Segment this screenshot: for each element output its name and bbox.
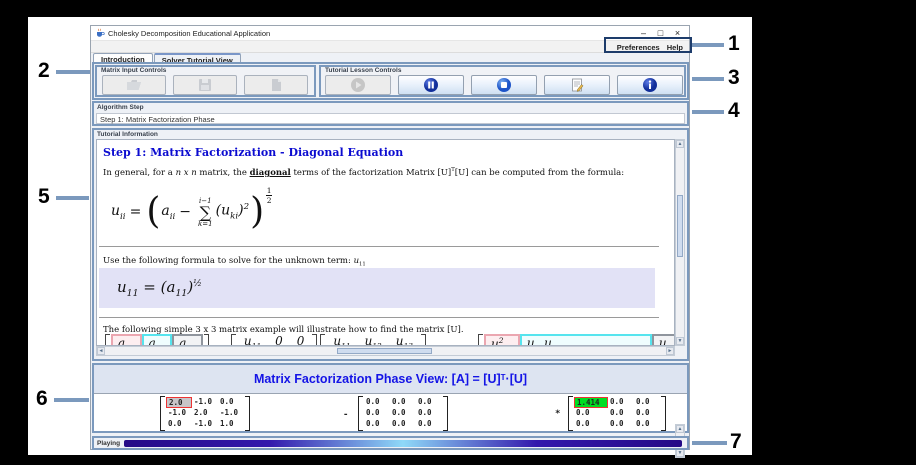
highlighted-formula-box: u11 = (a11)½	[99, 268, 655, 308]
status-label: Playing	[97, 439, 121, 447]
scrollbar-thumb[interactable]	[677, 195, 683, 257]
callout-line	[692, 43, 724, 47]
floppy-save-icon	[199, 79, 211, 91]
multiply-operator: *	[555, 409, 561, 419]
window-title: Cholesky Decomposition Educational Appli…	[108, 28, 271, 38]
algorithm-step-panel: Algorithm Step Step 1: Matrix Factorizat…	[92, 101, 689, 126]
divider	[99, 246, 659, 247]
play-circle-icon	[351, 78, 365, 92]
matrix-ut-example: u11 0 0	[230, 334, 318, 345]
callout-line	[692, 110, 724, 114]
algorithm-step-value: Step 1: Matrix Factorization Phase	[96, 113, 685, 124]
callout-number-3: 3	[728, 66, 740, 89]
menu-bar: Preferences Help	[91, 41, 689, 53]
tutorial-heading: Step 1: Matrix Factorization - Diagonal …	[103, 146, 404, 159]
matrix-view-header: Matrix Factorization Phase View: [A] = […	[94, 365, 687, 393]
callout-number-6: 6	[36, 387, 48, 410]
info-circle-icon	[643, 78, 657, 92]
summation: i−1 ∑ k=1	[198, 196, 213, 228]
callout-box-menu	[604, 37, 692, 53]
matrix-u: 1.414 0.0 0.0 0.0 0.0 0.0 0.0 0.0 0.0	[568, 396, 666, 431]
matrix-u-example: u11 u12 u13	[320, 334, 426, 345]
tutorial-content: Step 1: Matrix Factorization - Diagonal …	[96, 139, 675, 346]
callout-number-2: 2	[38, 59, 50, 82]
document-icon	[272, 79, 281, 91]
callout-number-1: 1	[728, 32, 740, 55]
matrix-product-example: u211u11u12u11u13	[477, 334, 674, 345]
scroll-left-button[interactable]: ◄	[97, 347, 105, 355]
title-bar: Cholesky Decomposition Educational Appli…	[91, 26, 689, 41]
group-title: Matrix Input Controls	[101, 67, 167, 74]
scrollbar-thumb[interactable]	[337, 348, 432, 354]
group-title: Tutorial Lesson Controls	[325, 67, 402, 74]
scroll-down-button[interactable]: ▼	[676, 449, 684, 457]
divider	[99, 317, 659, 318]
matrix-view-canvas: 2.0 -1.0 0.0 -1.0 2.0 -1.0 0.0 -1.0 1.0 - 0.0 0.0…	[94, 393, 687, 458]
matrix-residual: 0.0 0.0 0.0 0.0 0.0 0.0 0.0 0.0 0.0	[358, 396, 448, 431]
matrix-a-example: a11a12a13	[105, 334, 209, 345]
tutorial-information-panel: Tutorial Information Step 1: Matrix Fact…	[92, 128, 689, 361]
diagonal-formula: uii = ( aii − i−1 ∑ k=1 (uki)2 ) 1 2	[111, 185, 273, 232]
scroll-up-button[interactable]: ▲	[676, 140, 684, 148]
notepad-pencil-icon	[572, 78, 584, 92]
tutorial-lesson-controls-group: Tutorial Lesson Controls	[319, 65, 686, 97]
stop-circle-icon	[497, 78, 511, 92]
callout-number-4: 4	[728, 99, 740, 122]
lesson-notes-button[interactable]	[544, 75, 610, 95]
pause-circle-icon	[424, 78, 438, 92]
scroll-down-button[interactable]: ▼	[676, 337, 684, 345]
tutorial-intro-text: In general, for a n x n matrix, the diag…	[103, 167, 625, 178]
pause-lesson-button[interactable]	[398, 75, 464, 95]
matrix-factorization-view-panel: Matrix Factorization Phase View: [A] = […	[92, 363, 689, 458]
callout-number-5: 5	[38, 185, 50, 208]
status-bar: Playing	[92, 436, 689, 450]
example-matrices-row: a11a12a13 u1100 u11u12u13 u211u11u12u11u…	[105, 334, 674, 345]
play-lesson-button[interactable]	[325, 75, 391, 95]
exponent-fraction: 1 2	[266, 185, 273, 205]
scroll-up-button[interactable]: ▲	[676, 425, 684, 433]
toolbar-row: Matrix Input Controls Tutorial Lesson Co…	[92, 62, 689, 100]
matrix-input-controls-group: Matrix Input Controls	[95, 65, 316, 97]
algorithm-step-title: Algorithm Step	[97, 104, 144, 111]
callout-line	[56, 196, 89, 200]
solve-instruction-text: Use the following formula to solve for t…	[103, 256, 366, 268]
tutorial-vertical-scrollbar[interactable]: ▲ ▼	[675, 139, 685, 346]
u11-formula: u11 = (a11)½	[117, 277, 202, 299]
playback-progress-bar	[124, 439, 683, 447]
minus-operator: -	[343, 410, 349, 420]
tutorial-information-title: Tutorial Information	[97, 131, 158, 138]
scroll-right-button[interactable]: ►	[666, 347, 674, 355]
save-matrix-button[interactable]	[173, 75, 237, 95]
open-matrix-button[interactable]	[102, 75, 166, 95]
tutorial-horizontal-scrollbar[interactable]: ◄ ►	[96, 346, 675, 356]
folder-open-icon	[127, 80, 141, 90]
callout-line	[692, 441, 727, 445]
reset-matrix-button[interactable]	[244, 75, 308, 95]
callout-line	[692, 77, 724, 81]
java-cup-icon	[97, 28, 105, 37]
stop-lesson-button[interactable]	[471, 75, 537, 95]
callout-number-7: 7	[730, 430, 742, 453]
info-button[interactable]	[617, 75, 683, 95]
app-window: Cholesky Decomposition Educational Appli…	[90, 25, 690, 458]
matrix-a: 2.0 -1.0 0.0 -1.0 2.0 -1.0 0.0 -1.0 1.0	[160, 396, 250, 431]
callout-line	[56, 70, 90, 74]
callout-line	[54, 398, 89, 402]
